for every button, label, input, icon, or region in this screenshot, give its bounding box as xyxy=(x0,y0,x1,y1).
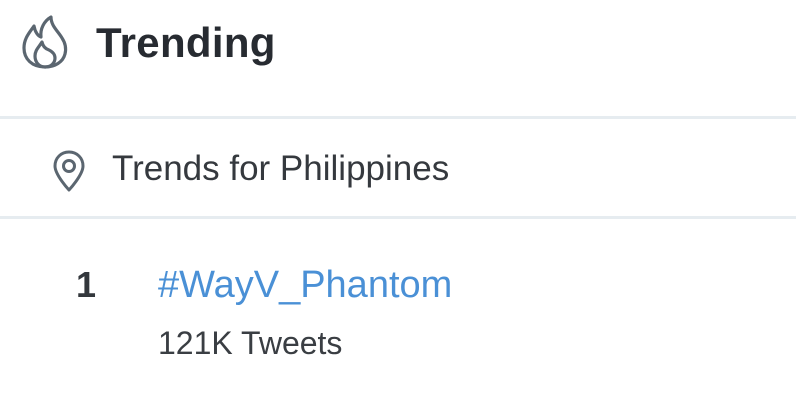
trends-location-button[interactable]: Trends for Philippines xyxy=(0,119,796,216)
trending-header: Trending xyxy=(0,0,796,116)
trend-rank: 1 xyxy=(76,264,97,305)
trend-name-link[interactable]: #WayV_Phantom xyxy=(158,262,452,308)
trend-item[interactable]: 1 #WayV_Phantom 121K Tweets xyxy=(0,219,796,400)
flame-icon xyxy=(20,14,70,70)
trend-tweet-count: 121K Tweets xyxy=(158,325,343,361)
location-label: Trends for Philippines xyxy=(112,149,450,188)
trending-panel: Trending Trends for Philippines 1 #WayV_… xyxy=(0,0,796,400)
location-pin-icon xyxy=(52,150,86,192)
page-title: Trending xyxy=(96,19,276,66)
